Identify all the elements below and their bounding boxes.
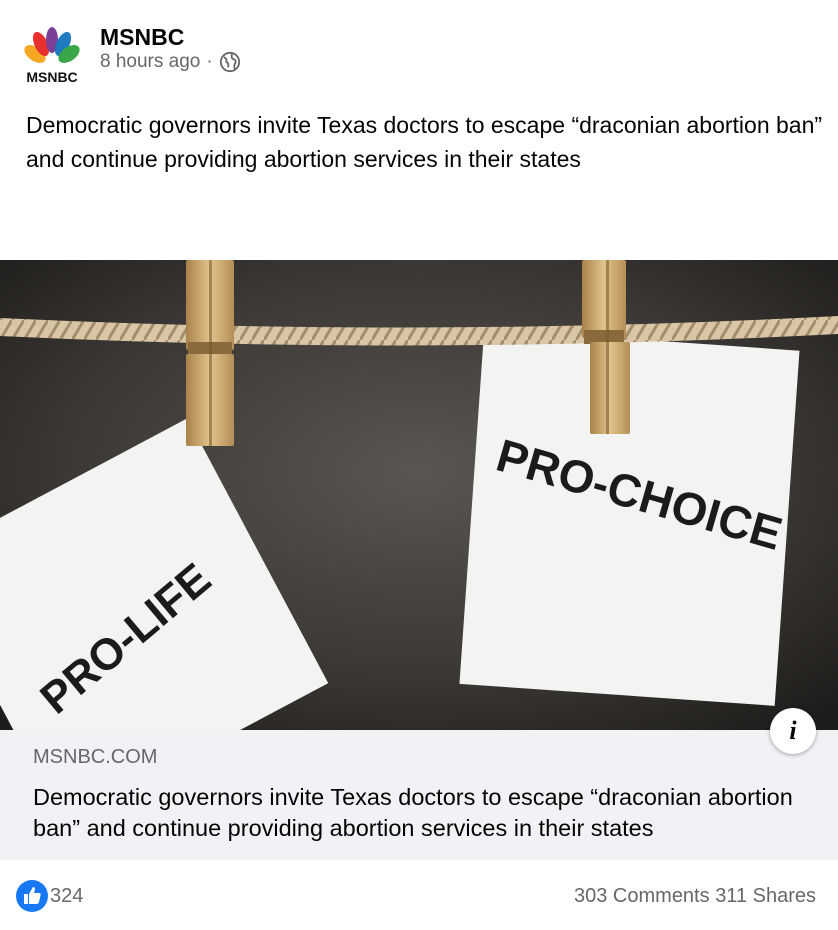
- like-count[interactable]: 324: [50, 885, 83, 908]
- link-domain: MSNBC.COM: [33, 746, 158, 768]
- globe-icon: [219, 51, 240, 73]
- pro-life-pro-choice-image: PRO-LIFE PRO-CHOICE: [0, 260, 838, 730]
- page-name[interactable]: MSNBC: [100, 24, 184, 51]
- post-meta: 8 hours ago ·: [100, 51, 241, 73]
- post-timestamp[interactable]: 8 hours ago: [100, 51, 200, 73]
- post-image[interactable]: PRO-LIFE PRO-CHOICE: [0, 260, 838, 730]
- logo-text: MSNBC: [26, 69, 77, 84]
- post-text: Democratic governors invite Texas doctor…: [26, 112, 823, 172]
- shares-count[interactable]: 311 Shares: [715, 885, 816, 907]
- engagement-stats: 303 Comments 311 Shares: [574, 885, 816, 908]
- meta-separator: ·: [206, 51, 213, 72]
- link-preview[interactable]: MSNBC.COM Democratic governors invite Te…: [0, 730, 838, 860]
- comments-count[interactable]: 303 Comments: [574, 885, 710, 907]
- like-reaction-icon[interactable]: [16, 880, 48, 912]
- msnbc-logo-avatar[interactable]: MSNBC: [20, 26, 84, 84]
- link-title: Democratic governors invite Texas doctor…: [33, 784, 793, 841]
- facebook-post: MSNBC MSNBC 8 hours ago · Democratic gov…: [0, 0, 838, 930]
- info-button[interactable]: i: [770, 708, 816, 754]
- left-clothespin: [186, 260, 234, 446]
- post-footer: 324 303 Comments 311 Shares: [0, 868, 838, 928]
